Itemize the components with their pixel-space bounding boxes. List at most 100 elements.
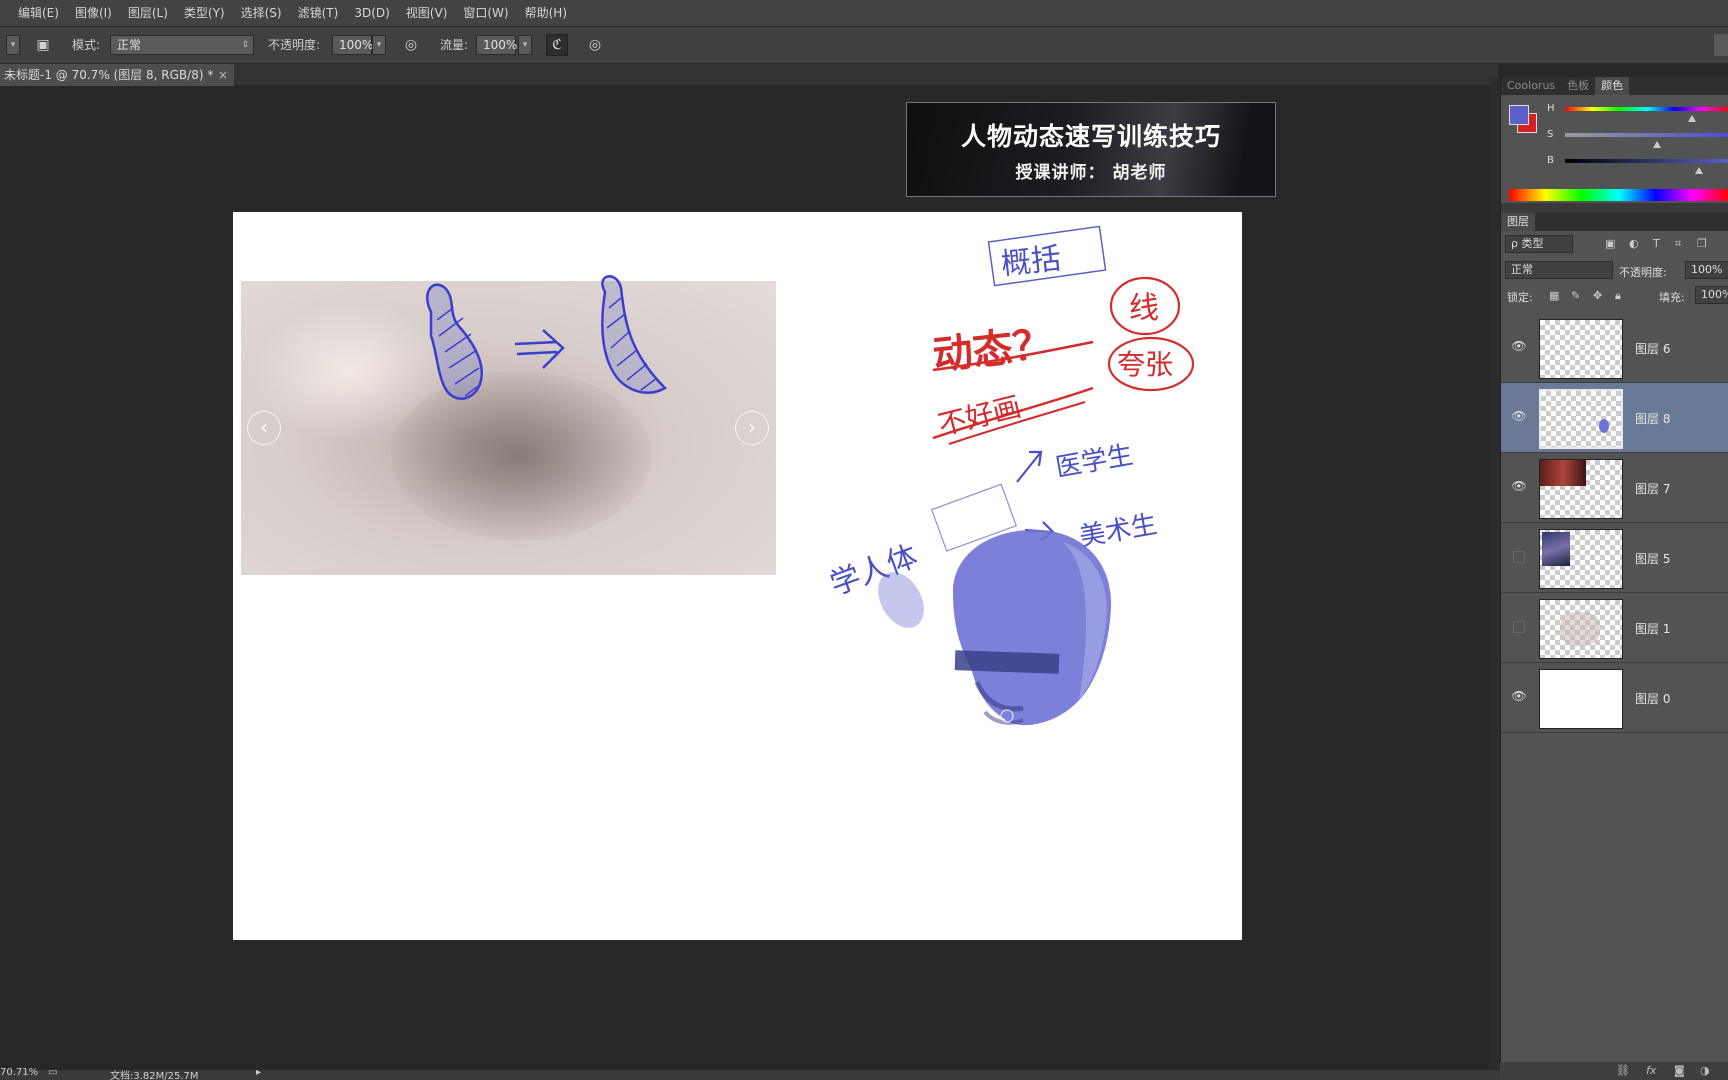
menu-edit[interactable]: 编辑(E) (10, 0, 67, 27)
type-filter-icon[interactable]: T (1653, 237, 1660, 250)
eye-hidden-icon[interactable] (1513, 621, 1525, 633)
fill-input[interactable]: 100% (1695, 286, 1728, 304)
color-panel-tabs: Coolorus 色板 颜色 (1501, 77, 1728, 95)
shape-filter-icon[interactable]: ⌗ (1675, 237, 1681, 251)
menu-select[interactable]: 选择(S) (233, 0, 290, 27)
opacity-input[interactable]: 100% (332, 35, 373, 55)
tab-layers[interactable]: 图层 (1501, 213, 1535, 231)
opacity-stepper[interactable]: ▾ (372, 35, 386, 55)
blend-mode-select[interactable]: 正常 (1505, 261, 1613, 279)
layer-name[interactable]: 图层 5 (1635, 550, 1670, 567)
adjustment-layer-icon[interactable]: ◑ (1700, 1064, 1710, 1077)
layer-row[interactable]: 图层 1 (1501, 593, 1728, 663)
pressure-opacity-icon[interactable]: ◎ (400, 34, 422, 56)
arrow-up-sketch (1016, 450, 1043, 483)
eye-hidden-icon[interactable] (1513, 551, 1525, 563)
add-mask-icon[interactable]: ◙ (1674, 1064, 1685, 1077)
thumbnail-photo (1540, 460, 1586, 486)
document-tab[interactable]: 未标题-1 @ 70.7% (图层 8, RGB/8) * × (0, 64, 234, 86)
saturation-label: S (1547, 129, 1554, 140)
menu-layer[interactable]: 图层(L) (120, 0, 176, 27)
menu-window[interactable]: 窗口(W) (455, 0, 516, 27)
eye-icon[interactable]: 👁︎ (1511, 339, 1527, 355)
image-filter-icon[interactable]: ▣ (1605, 237, 1615, 250)
layer-name[interactable]: 图层 6 (1635, 340, 1670, 357)
layers-footer: ⛓︎ fx ◙ ◑ (1500, 1062, 1728, 1080)
menu-bar: 编辑(E) 图像(I) 图层(L) 类型(Y) 选择(S) 滤镜(T) 3D(D… (0, 0, 1728, 27)
lock-all-icon[interactable]: 🔒︎ (1615, 289, 1621, 303)
document-canvas[interactable]: ‹ › 概括 动态？ 不好画 线 夸张 学人体 医学生 美术生 (233, 212, 1242, 940)
mode-select[interactable]: 正常 ⇕ (110, 35, 254, 55)
tab-coolorus[interactable]: Coolorus (1501, 77, 1561, 95)
banner-title: 人物动态速写训练技巧 (960, 122, 1221, 151)
yixuesheng-text: 医学生 (1053, 440, 1135, 483)
layer-row[interactable]: 👁︎ 图层 8 (1501, 383, 1728, 453)
foreground-color-swatch[interactable] (1509, 105, 1529, 125)
smart-object-filter-icon[interactable]: ❐ (1697, 237, 1707, 250)
brush-panel-icon[interactable]: ▣ (32, 34, 54, 56)
brightness-slider-thumb[interactable] (1695, 167, 1703, 174)
mode-select-value: 正常 (117, 38, 142, 52)
zoom-level[interactable]: 70.71% (0, 1067, 38, 1078)
hue-slider[interactable] (1565, 107, 1728, 111)
dongtai-text: 动态？ (931, 321, 1055, 379)
layer-filter-select[interactable]: ρ 类型 (1505, 235, 1573, 253)
workspace-switcher[interactable] (1714, 34, 1728, 56)
layer-row[interactable]: 👁︎ 图层 7 (1501, 453, 1728, 523)
saturation-slider-thumb[interactable] (1653, 141, 1661, 148)
panel-divider[interactable] (1490, 77, 1500, 1070)
saturation-slider[interactable] (1565, 133, 1728, 137)
status-menu-arrow-icon[interactable]: ▸ (256, 1067, 261, 1078)
hatched-shape-left (426, 283, 484, 400)
hue-label: H (1547, 103, 1555, 114)
pressure-size-icon[interactable]: ◎ (584, 34, 606, 56)
menu-help[interactable]: 帮助(H) (517, 0, 575, 27)
thumbnail-sketch (1560, 612, 1600, 646)
layer-name[interactable]: 图层 8 (1635, 410, 1670, 427)
airbrush-icon[interactable]: ℭ (546, 34, 568, 56)
hue-slider-thumb[interactable] (1688, 115, 1696, 122)
lock-pixels-icon[interactable]: ✎ (1571, 289, 1580, 302)
layer-row[interactable]: 👁︎ 图层 6 (1501, 313, 1728, 383)
brightness-slider[interactable] (1565, 159, 1728, 163)
menu-image[interactable]: 图像(I) (67, 0, 120, 27)
flow-stepper[interactable]: ▾ (518, 35, 532, 55)
layer-name[interactable]: 图层 7 (1635, 480, 1670, 497)
title-banner: 人物动态速写训练技巧 授课讲师： 胡老师 (906, 102, 1276, 197)
lock-label: 锁定: (1507, 291, 1533, 304)
menu-view[interactable]: 视图(V) (398, 0, 456, 27)
eye-icon[interactable]: 👁︎ (1511, 409, 1527, 425)
arrow-right-sketch (514, 329, 565, 369)
menu-filter[interactable]: 滤镜(T) (290, 0, 347, 27)
tab-swatches[interactable]: 色板 (1561, 77, 1595, 95)
menu-type[interactable]: 类型(Y) (176, 0, 233, 27)
close-icon[interactable]: × (218, 64, 228, 86)
color-spectrum-bar[interactable] (1509, 189, 1728, 201)
document-size: 文档:3.82M/25.7M (110, 1071, 199, 1080)
eye-icon[interactable]: 👁︎ (1511, 689, 1527, 705)
layer-row[interactable]: 👁︎ 图层 0 (1501, 663, 1728, 733)
layer-name[interactable]: 图层 0 (1635, 690, 1670, 707)
layer-opacity-input[interactable]: 100% (1685, 261, 1728, 279)
layer-thumbnail (1539, 669, 1623, 729)
thumbnail-photo (1542, 532, 1570, 566)
adjustment-filter-icon[interactable]: ◐ (1629, 237, 1639, 250)
fx-icon[interactable]: fx (1646, 1064, 1656, 1077)
lock-transparency-icon[interactable]: ▦ (1549, 289, 1559, 302)
tab-color[interactable]: 颜色 (1595, 77, 1630, 95)
gaikuo-note: 概括 (987, 225, 1107, 287)
flow-label: 流量: (440, 38, 469, 52)
layer-name[interactable]: 图层 1 (1635, 620, 1670, 637)
layer-row[interactable]: 图层 5 (1501, 523, 1728, 593)
flow-input[interactable]: 100% (476, 35, 517, 55)
menu-3d[interactable]: 3D(D) (346, 0, 397, 27)
eye-icon[interactable]: 👁︎ (1511, 479, 1527, 495)
layer-thumbnail (1539, 319, 1623, 379)
fill-label: 填充: (1659, 291, 1685, 304)
layer-filter-label: ρ 类型 (1511, 237, 1544, 250)
layers-panel: ρ 类型 ▣ ◐ T ⌗ ❐ 正常 不透明度: 100% 锁定: ▦ ✎ ✥ 🔒… (1501, 231, 1728, 1080)
status-icon[interactable]: ▭ (48, 1067, 57, 1078)
link-layers-icon[interactable]: ⛓︎ (1616, 1064, 1630, 1077)
brush-preset-dropdown[interactable]: ▾ (6, 35, 20, 55)
lock-position-icon[interactable]: ✥ (1593, 289, 1602, 302)
